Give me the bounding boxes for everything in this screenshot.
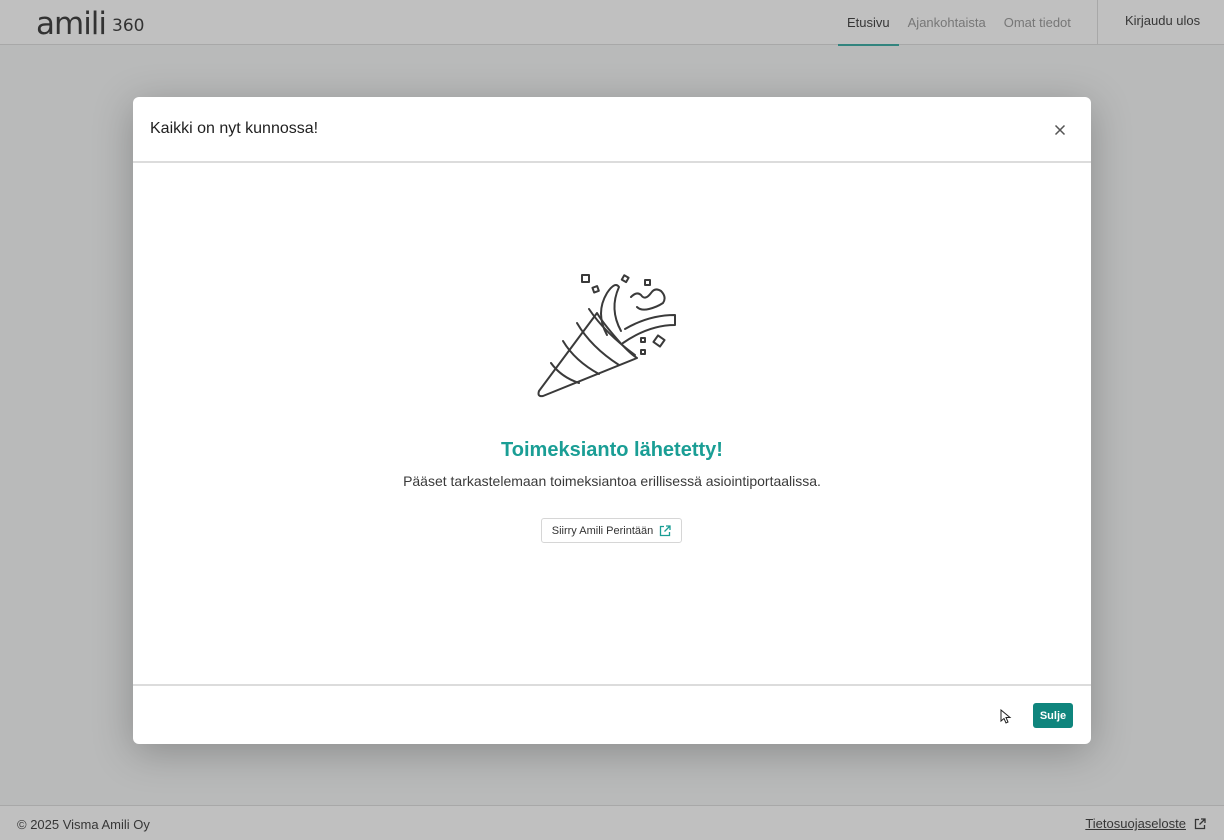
success-heading: Toimeksianto lähetetty! — [501, 439, 723, 461]
portal-button-label: Siirry Amili Perintään — [551, 524, 654, 537]
external-link-icon — [660, 524, 671, 536]
dialog-header: Kaikki on nyt kunnossa! — [133, 97, 1091, 163]
success-message: Pääset tarkastelemaan toimeksiantoa eril… — [403, 473, 821, 489]
close-button[interactable]: Sulje — [1033, 703, 1073, 728]
party-popper-icon — [537, 274, 676, 398]
dialog-title: Kaikki on nyt kunnossa! — [150, 120, 319, 137]
dialog-footer: Sulje — [133, 684, 1091, 744]
success-dialog: Kaikki on nyt kunnossa! Toimeksianto läh… — [133, 97, 1091, 744]
dialog-body: Toimeksianto lähetetty! Pääset tarkastel… — [133, 163, 1091, 684]
close-icon[interactable] — [1051, 121, 1069, 139]
go-to-amili-perinta-button[interactable]: Siirry Amili Perintään — [541, 518, 682, 543]
mouse-cursor-icon — [1000, 709, 1012, 724]
